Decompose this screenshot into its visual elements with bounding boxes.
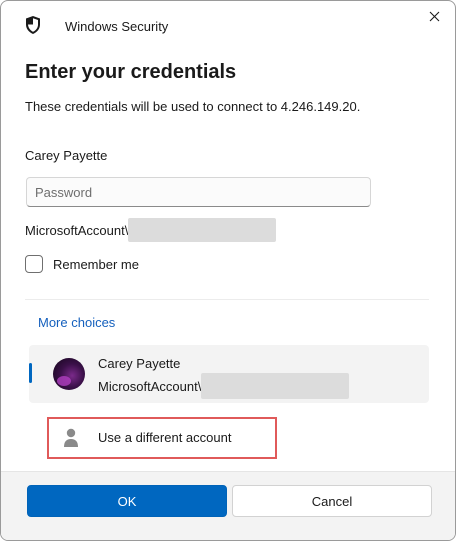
credentials-dialog: Windows Security Enter your credentials … [0, 0, 456, 541]
selection-indicator [29, 363, 32, 383]
account-item[interactable]: Carey Payette MicrosoftAccount\ [29, 345, 429, 403]
password-field[interactable] [26, 177, 371, 207]
checkbox-box[interactable] [25, 255, 43, 273]
domain-prefix: MicrosoftAccount\ [25, 222, 129, 238]
account-domain-prefix: MicrosoftAccount\ [98, 378, 202, 394]
account-domain-row: MicrosoftAccount\ [98, 373, 350, 399]
dialog-description: These credentials will be used to connec… [25, 99, 361, 114]
domain-row: MicrosoftAccount\ [25, 217, 277, 243]
use-different-account-option[interactable]: Use a different account [47, 417, 277, 459]
ok-button[interactable]: OK [27, 485, 227, 517]
remember-me-checkbox[interactable]: Remember me [25, 255, 139, 273]
account-name: Carey Payette [98, 356, 181, 371]
avatar [53, 358, 85, 390]
dialog-heading: Enter your credentials [25, 61, 237, 83]
window-title: Windows Security [65, 19, 169, 34]
use-different-account-label: Use a different account [98, 430, 232, 445]
close-icon [429, 9, 440, 27]
shield-icon [24, 15, 42, 35]
close-button[interactable] [421, 7, 447, 29]
redacted-account-username [201, 373, 350, 399]
remember-me-label: Remember me [53, 256, 139, 272]
cancel-button[interactable]: Cancel [232, 485, 432, 517]
redacted-username [128, 218, 277, 242]
person-icon [63, 428, 79, 448]
username-label: Carey Payette [25, 148, 108, 163]
divider [25, 299, 429, 300]
more-choices-link[interactable]: More choices [38, 315, 115, 330]
title-bar: Windows Security [1, 1, 455, 49]
